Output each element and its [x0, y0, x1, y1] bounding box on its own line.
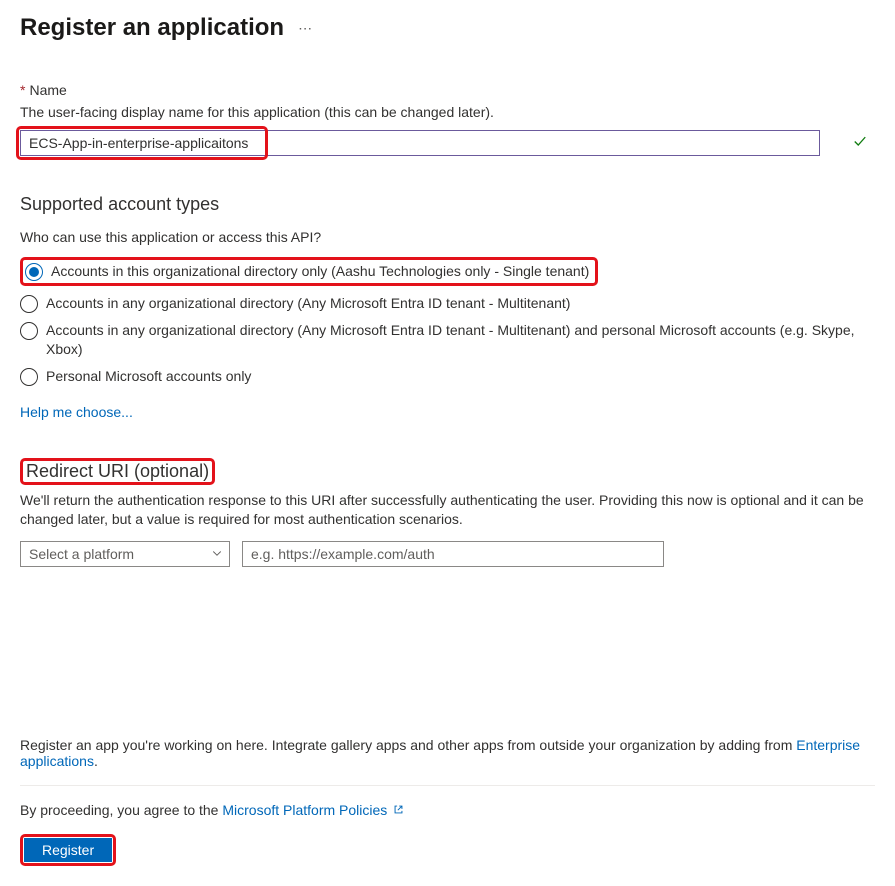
- redirect-uri-input[interactable]: [242, 541, 664, 567]
- radio-multitenant-personal[interactable]: [20, 322, 38, 340]
- platform-policies-link[interactable]: Microsoft Platform Policies: [222, 802, 404, 818]
- checkmark-icon: [853, 135, 867, 152]
- radio-multitenant-label[interactable]: Accounts in any organizational directory…: [46, 294, 570, 313]
- name-hint: The user-facing display name for this ap…: [20, 104, 875, 120]
- external-link-icon: [389, 802, 404, 818]
- name-input[interactable]: [20, 130, 820, 156]
- highlight-annotation: Accounts in this organizational director…: [20, 257, 598, 286]
- radio-multitenant-personal-label[interactable]: Accounts in any organizational directory…: [46, 321, 875, 359]
- radio-single-tenant[interactable]: [25, 263, 43, 281]
- redirect-uri-description: We'll return the authentication response…: [20, 491, 875, 529]
- divider: [20, 785, 875, 786]
- highlight-annotation: Register: [20, 834, 116, 866]
- name-label: *Name: [20, 82, 875, 98]
- radio-single-tenant-label[interactable]: Accounts in this organizational director…: [51, 262, 589, 281]
- required-star-icon: *: [20, 82, 25, 98]
- highlight-annotation: Redirect URI (optional): [20, 458, 215, 485]
- platform-select[interactable]: Select a platform: [20, 541, 230, 567]
- footer-note: Register an app you're working on here. …: [20, 737, 875, 769]
- more-actions-icon[interactable]: ⋯: [298, 20, 313, 37]
- page-title: Register an application: [20, 14, 284, 42]
- radio-personal-only-label[interactable]: Personal Microsoft accounts only: [46, 367, 251, 386]
- platform-select-placeholder: Select a platform: [29, 546, 134, 562]
- account-types-question: Who can use this application or access t…: [20, 229, 875, 245]
- help-me-choose-link[interactable]: Help me choose...: [20, 404, 133, 420]
- account-types-heading: Supported account types: [20, 194, 875, 215]
- chevron-down-icon: [211, 546, 223, 562]
- radio-multitenant[interactable]: [20, 295, 38, 313]
- policy-text: By proceeding, you agree to the Microsof…: [20, 802, 875, 818]
- radio-personal-only[interactable]: [20, 368, 38, 386]
- register-button[interactable]: Register: [24, 838, 112, 862]
- redirect-uri-heading: Redirect URI (optional): [26, 461, 209, 482]
